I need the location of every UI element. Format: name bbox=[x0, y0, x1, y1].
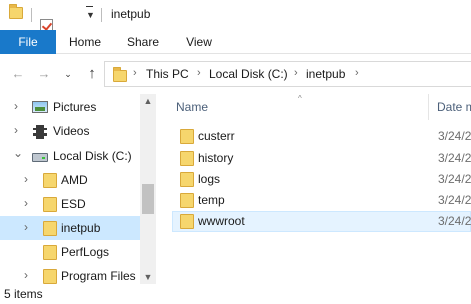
folder-icon bbox=[180, 172, 194, 187]
explorer-window: ▼ inetpub File Home Share View ← → ⌄ ↑ ›… bbox=[0, 0, 471, 304]
sort-ascending-icon: ^ bbox=[298, 94, 302, 103]
scroll-down-icon[interactable]: ▼ bbox=[140, 270, 156, 284]
status-bar: 5 items bbox=[0, 284, 471, 304]
videos-icon bbox=[33, 125, 47, 139]
list-item-history[interactable]: history 3/24/2 bbox=[172, 148, 471, 169]
drive-icon bbox=[32, 153, 48, 162]
tab-home[interactable]: Home bbox=[58, 30, 112, 54]
folder-icon bbox=[180, 129, 194, 144]
list-item-temp[interactable]: temp 3/24/2 bbox=[172, 190, 471, 211]
chevron-right-icon[interactable]: › bbox=[14, 123, 18, 137]
folder-icon bbox=[43, 173, 57, 188]
tree-item-pictures[interactable]: › Pictures bbox=[0, 95, 140, 119]
tree-item-label: Program Files bbox=[61, 269, 136, 283]
chevron-right-icon[interactable]: › bbox=[24, 196, 28, 210]
navigation-bar: ← → ⌄ ↑ › This PC › Local Disk (C:) › in… bbox=[0, 54, 471, 94]
tree-item-label: ESD bbox=[61, 197, 86, 211]
chevron-right-icon[interactable]: › bbox=[355, 67, 359, 79]
recent-locations-icon[interactable]: ⌄ bbox=[60, 66, 76, 82]
scroll-up-icon[interactable]: ▲ bbox=[140, 94, 156, 108]
address-bar[interactable]: › This PC › Local Disk (C:) › inetpub › bbox=[104, 61, 471, 87]
file-date: 3/24/2 bbox=[438, 214, 471, 228]
column-divider[interactable] bbox=[428, 94, 429, 120]
tree-scrollbar[interactable]: ▲ ▼ bbox=[140, 94, 156, 284]
tree-item-label: inetpub bbox=[61, 221, 101, 235]
chevron-right-icon[interactable]: › bbox=[197, 67, 201, 79]
forward-arrow-icon[interactable]: → bbox=[36, 66, 52, 82]
tree-item-perflogs[interactable]: PerfLogs bbox=[0, 240, 140, 264]
file-name: logs bbox=[198, 172, 221, 186]
tree-item-label: Pictures bbox=[53, 100, 97, 114]
folder-icon bbox=[180, 193, 194, 208]
title-bar: ▼ inetpub bbox=[0, 0, 471, 45]
tree-item-label: PerfLogs bbox=[61, 245, 110, 259]
back-arrow-icon[interactable]: ← bbox=[10, 66, 26, 82]
folder-icon bbox=[180, 151, 194, 166]
file-date: 3/24/2 bbox=[438, 151, 471, 165]
file-date: 3/24/2 bbox=[438, 129, 471, 143]
file-date: 3/24/2 bbox=[438, 193, 471, 207]
tree-item-inetpub[interactable]: › inetpub bbox=[0, 216, 140, 240]
column-header-date[interactable]: Date m bbox=[437, 100, 471, 114]
window-title: inetpub bbox=[111, 7, 151, 21]
chevron-right-icon[interactable]: › bbox=[24, 220, 28, 234]
folder-icon bbox=[43, 221, 57, 236]
tab-share[interactable]: Share bbox=[116, 30, 170, 54]
chevron-down-icon[interactable]: ⌄ bbox=[13, 146, 23, 160]
breadcrumb-this-pc[interactable]: This PC bbox=[146, 67, 189, 81]
chevron-right-icon[interactable]: › bbox=[24, 172, 28, 186]
breadcrumb-local-disk[interactable]: Local Disk (C:) bbox=[209, 67, 288, 81]
list-item-custerr[interactable]: custerr 3/24/2 bbox=[172, 126, 471, 147]
breadcrumb-inetpub[interactable]: inetpub bbox=[306, 67, 345, 81]
tab-view[interactable]: View bbox=[172, 30, 226, 54]
folder-icon bbox=[9, 4, 23, 19]
folder-icon bbox=[43, 197, 57, 212]
tree-item-esd[interactable]: › ESD bbox=[0, 192, 140, 216]
chevron-right-icon[interactable]: › bbox=[24, 268, 28, 282]
pictures-icon bbox=[32, 101, 48, 113]
file-name: wwwroot bbox=[198, 214, 245, 228]
chevron-right-icon[interactable]: › bbox=[294, 67, 298, 79]
list-item-logs[interactable]: logs 3/24/2 bbox=[172, 169, 471, 190]
navigation-tree: › Pictures › Videos ⌄ Local Disk (C:) › … bbox=[0, 94, 156, 284]
divider bbox=[101, 8, 102, 22]
file-date: 3/24/2 bbox=[438, 172, 471, 186]
chevron-right-icon[interactable]: › bbox=[14, 99, 18, 113]
up-arrow-icon[interactable]: ↑ bbox=[84, 66, 100, 82]
tab-file[interactable]: File bbox=[0, 30, 56, 54]
chevron-right-icon[interactable]: › bbox=[133, 67, 137, 79]
tree-item-local-disk[interactable]: ⌄ Local Disk (C:) bbox=[0, 144, 140, 168]
divider bbox=[31, 8, 32, 22]
tree-item-label: AMD bbox=[61, 173, 88, 187]
file-name: history bbox=[198, 151, 234, 165]
folder-icon bbox=[43, 245, 57, 260]
tree-item-label: Local Disk (C:) bbox=[53, 149, 132, 163]
file-name: temp bbox=[198, 193, 225, 207]
folder-icon bbox=[43, 269, 57, 284]
tree-item-label: Videos bbox=[53, 124, 90, 138]
tree-item-videos[interactable]: › Videos bbox=[0, 119, 140, 143]
ribbon-tabs: File Home Share View bbox=[0, 30, 471, 54]
customize-quick-access-icon[interactable]: ▼ bbox=[86, 6, 95, 22]
file-name: custerr bbox=[198, 129, 235, 143]
folder-icon bbox=[113, 67, 127, 82]
folder-icon bbox=[180, 214, 194, 229]
scrollbar-thumb[interactable] bbox=[142, 184, 154, 214]
tree-item-amd[interactable]: › AMD bbox=[0, 168, 140, 192]
tree-item-program-files[interactable]: › Program Files bbox=[0, 264, 140, 284]
column-header-name[interactable]: Name bbox=[176, 100, 208, 114]
file-list: ^ Name Date m custerr 3/24/2 history 3/2… bbox=[156, 94, 471, 284]
item-count: 5 items bbox=[4, 287, 43, 301]
list-item-wwwroot[interactable]: wwwroot 3/24/2 bbox=[172, 211, 471, 232]
